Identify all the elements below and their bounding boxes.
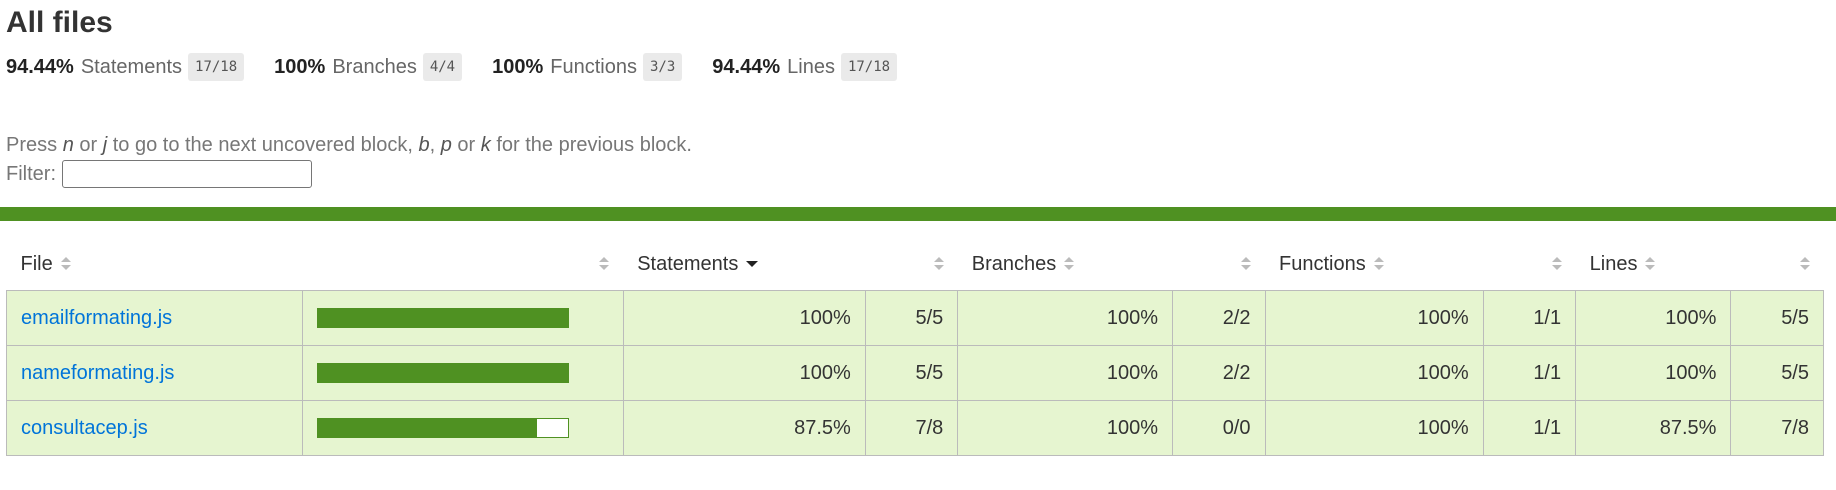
- summary-statements: 94.44% Statements 17/18: [6, 53, 245, 81]
- summary-branches-pct: 100%: [274, 55, 326, 78]
- sort-icon: [933, 257, 944, 271]
- coverage-bar: [316, 418, 569, 438]
- hint-key-n: n: [62, 134, 74, 156]
- branches-pct-cell: 100%: [957, 400, 1173, 456]
- coverage-summary: 94.44% Statements 17/18 100% Branches 4/…: [6, 52, 927, 82]
- hint-key-b: b: [418, 134, 430, 156]
- statements-pct-cell: 87.5%: [622, 400, 866, 456]
- coverage-bar-cell: [301, 345, 624, 401]
- statements-frac-cell: 5/5: [864, 290, 959, 346]
- summary-branches: 100% Branches 4/4: [274, 53, 463, 81]
- sort-icon: [1373, 257, 1384, 271]
- coverage-bar: [316, 363, 569, 383]
- functions-pct-cell: 100%: [1264, 290, 1484, 346]
- sort-icon: [1064, 257, 1075, 271]
- table-row: emailformating.js 100% 5/5 100% 2/2 100%…: [6, 290, 1824, 346]
- functions-frac-cell: 1/1: [1482, 290, 1577, 346]
- file-link[interactable]: consultacep.js: [21, 417, 148, 439]
- coverage-bar-fill: [317, 309, 568, 327]
- branches-frac-cell: 0/0: [1172, 400, 1266, 456]
- coverage-bar-fill: [317, 364, 568, 382]
- statements-pct-cell: 100%: [622, 345, 866, 401]
- summary-lines: 94.44% Lines 17/18: [712, 53, 898, 81]
- lines-frac-cell: 5/5: [1730, 290, 1824, 346]
- coverage-status-bar: [0, 207, 1836, 221]
- sort-icon: [1241, 257, 1251, 271]
- branches-pct-cell: 100%: [957, 345, 1173, 401]
- filter-row: Filter:: [6, 160, 312, 188]
- statements-frac-cell: 7/8: [864, 400, 959, 456]
- statements-frac-cell: 5/5: [864, 345, 959, 401]
- coverage-table: File Statements Branches Functions Lines…: [6, 238, 1824, 456]
- header-functions[interactable]: Functions: [1265, 238, 1483, 291]
- summary-functions-fraction: 3/3: [643, 53, 683, 81]
- lines-frac-cell: 7/8: [1730, 400, 1824, 456]
- header-lines[interactable]: Lines: [1576, 238, 1731, 291]
- summary-functions-label: Functions: [550, 55, 637, 78]
- file-cell: nameformating.js: [6, 345, 303, 401]
- header-branches-raw[interactable]: [1173, 238, 1266, 291]
- summary-statements-pct: 94.44%: [6, 55, 74, 78]
- coverage-bar-cell: [301, 400, 624, 456]
- filter-input[interactable]: [62, 160, 312, 188]
- header-file[interactable]: File: [7, 238, 303, 291]
- header-statements-raw[interactable]: [865, 238, 958, 291]
- functions-frac-cell: 1/1: [1482, 400, 1577, 456]
- summary-functions: 100% Functions 3/3: [492, 53, 683, 81]
- hint-key-p: p: [440, 134, 452, 156]
- sort-icon: [60, 257, 71, 271]
- filter-label: Filter:: [6, 162, 56, 185]
- header-branches[interactable]: Branches: [958, 238, 1173, 291]
- file-cell: consultacep.js: [6, 400, 303, 456]
- file-cell: emailformating.js: [6, 290, 303, 346]
- file-link[interactable]: emailformating.js: [21, 307, 172, 329]
- functions-frac-cell: 1/1: [1482, 345, 1577, 401]
- table-header-row: File Statements Branches Functions Lines: [7, 238, 1824, 291]
- header-functions-raw[interactable]: [1483, 238, 1576, 291]
- branches-pct-cell: 100%: [957, 290, 1173, 346]
- functions-pct-cell: 100%: [1264, 400, 1484, 456]
- sort-desc-icon: [746, 257, 759, 271]
- page-title: All files: [6, 6, 113, 39]
- keyboard-hint: Press n or j to go to the next uncovered…: [6, 134, 692, 156]
- sort-icon: [1551, 257, 1562, 271]
- coverage-bar: [316, 308, 569, 328]
- lines-pct-cell: 87.5%: [1575, 400, 1732, 456]
- coverage-bar-cell: [301, 290, 624, 346]
- summary-branches-label: Branches: [332, 55, 417, 78]
- sort-icon: [1645, 257, 1656, 271]
- branches-frac-cell: 2/2: [1172, 345, 1266, 401]
- lines-pct-cell: 100%: [1575, 345, 1732, 401]
- header-file-bar[interactable]: [302, 238, 623, 291]
- summary-statements-fraction: 17/18: [188, 53, 245, 81]
- branches-frac-cell: 2/2: [1172, 290, 1266, 346]
- hint-key-k: k: [480, 134, 491, 156]
- summary-lines-pct: 94.44%: [712, 55, 781, 78]
- sort-icon: [599, 257, 610, 271]
- coverage-bar-fill: [317, 419, 537, 437]
- table-row: consultacep.js 87.5% 7/8 100% 0/0 100% 1…: [6, 400, 1824, 456]
- header-statements[interactable]: Statements: [623, 238, 865, 291]
- summary-statements-label: Statements: [80, 55, 183, 78]
- statements-pct-cell: 100%: [622, 290, 866, 346]
- table-row: nameformating.js 100% 5/5 100% 2/2 100% …: [6, 345, 1824, 401]
- lines-frac-cell: 5/5: [1730, 345, 1824, 401]
- file-link[interactable]: nameformating.js: [21, 362, 174, 384]
- summary-lines-label: Lines: [787, 55, 835, 78]
- summary-functions-pct: 100%: [492, 55, 544, 78]
- sort-icon: [1799, 257, 1810, 271]
- summary-lines-fraction: 17/18: [840, 53, 898, 81]
- header-lines-raw[interactable]: [1731, 238, 1824, 291]
- lines-pct-cell: 100%: [1575, 290, 1732, 346]
- summary-branches-fraction: 4/4: [422, 53, 463, 81]
- functions-pct-cell: 100%: [1264, 345, 1484, 401]
